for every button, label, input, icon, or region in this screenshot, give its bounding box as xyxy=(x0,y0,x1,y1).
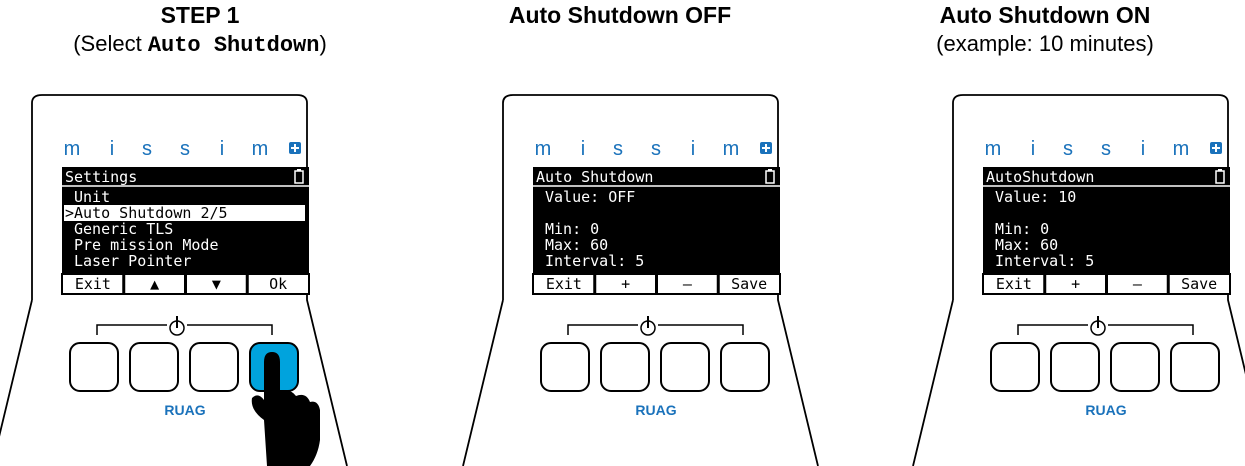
power-icon xyxy=(640,316,656,336)
screen-header: Settings xyxy=(65,168,137,186)
brand-letter: i xyxy=(691,138,695,160)
screen-line: Value: OFF xyxy=(545,188,635,206)
hardware-button-1[interactable] xyxy=(69,342,119,392)
hardware-button-1[interactable] xyxy=(990,342,1040,392)
softkey-label: – xyxy=(683,275,693,293)
device-1: m i s s i mSettingsUnit>Auto Shutdown 2/5Gene… xyxy=(0,94,348,466)
ruag-logo: RUAG xyxy=(1085,402,1126,418)
device-2: m i s s i mAuto ShutdownValue: OFF Min: 0 Max… xyxy=(462,94,819,466)
power-icon xyxy=(169,316,185,336)
screen-line: Laser Pointer xyxy=(74,252,191,270)
ruag-logo: RUAG xyxy=(635,402,676,418)
softkey-label: Ok xyxy=(269,275,287,293)
brand-letter: m xyxy=(723,138,740,160)
brand-letter: m xyxy=(1173,138,1190,160)
panel-step-1: STEP 1 (Select Auto Shutdown) m i s s i m Sett… xyxy=(0,0,400,466)
panel-auto-shutdown-off: Auto Shutdown OFF m i s s i m Auto Shutdown Val… xyxy=(420,0,820,466)
panel-auto-shutdown-on: Auto Shutdown ON (example: 10 minutes) m… xyxy=(845,0,1245,466)
hardware-button-2[interactable] xyxy=(600,342,650,392)
plus-square-icon xyxy=(760,142,772,154)
hardware-button-3[interactable] xyxy=(189,342,239,392)
screen-header: AutoShutdown xyxy=(986,168,1094,186)
device-3: m i s s i mAutoShutdown Value: 10 Min: 0 Max:… xyxy=(912,94,1245,466)
brand-letter: m xyxy=(535,138,552,160)
brand-letter: m xyxy=(64,138,81,160)
hardware-button-1[interactable] xyxy=(540,342,590,392)
brand-letter: s xyxy=(1101,138,1111,160)
softkey-label: Exit xyxy=(546,275,582,293)
brand-letter: i xyxy=(220,138,224,160)
softkey-label: + xyxy=(621,275,630,293)
hardware-button-2[interactable] xyxy=(1050,342,1100,392)
brand-letter: m xyxy=(252,138,269,160)
hardware-button-4[interactable] xyxy=(1170,342,1220,392)
screen-header: Auto Shutdown xyxy=(536,168,653,186)
screen-line: Interval: 5 xyxy=(545,252,644,270)
brand-letter: s xyxy=(142,138,152,160)
softkey-label: + xyxy=(1071,275,1080,293)
brand-letter: i xyxy=(110,138,114,160)
brand-letter: i xyxy=(1141,138,1145,160)
brand-letter: s xyxy=(180,138,190,160)
softkey-label: Save xyxy=(1181,275,1217,293)
softkey-label: Exit xyxy=(996,275,1032,293)
brand-letter: i xyxy=(1031,138,1035,160)
brand-letter: s xyxy=(1063,138,1073,160)
brand-letter: i xyxy=(581,138,585,160)
hardware-button-3[interactable] xyxy=(660,342,710,392)
softkey-label: ▲ xyxy=(150,275,159,293)
device-body: m i s s i mAuto ShutdownValue: OFF Min: 0 Max… xyxy=(462,94,819,466)
brand-letter: s xyxy=(613,138,623,160)
hardware-button-2[interactable] xyxy=(129,342,179,392)
plus-square-icon xyxy=(289,142,301,154)
softkey-label: ▼ xyxy=(212,275,221,293)
plus-square-icon xyxy=(1210,142,1222,154)
brand-letter: m xyxy=(985,138,1002,160)
brand-letter: s xyxy=(651,138,661,160)
screen-line: Value: 10 xyxy=(995,188,1076,206)
softkey-label: – xyxy=(1133,275,1143,293)
power-icon xyxy=(1090,316,1106,336)
hardware-button-3[interactable] xyxy=(1110,342,1160,392)
hardware-button-4[interactable] xyxy=(720,342,770,392)
softkey-label: Save xyxy=(731,275,767,293)
device-body: m i s s i mSettingsUnit>Auto Shutdown 2/5Gene… xyxy=(0,94,348,466)
screen-line: Interval: 5 xyxy=(995,252,1094,270)
softkey-label: Exit xyxy=(75,275,111,293)
ruag-logo: RUAG xyxy=(164,402,205,418)
device-body: m i s s i mAutoShutdown Value: 10 Min: 0 Max:… xyxy=(912,94,1245,466)
